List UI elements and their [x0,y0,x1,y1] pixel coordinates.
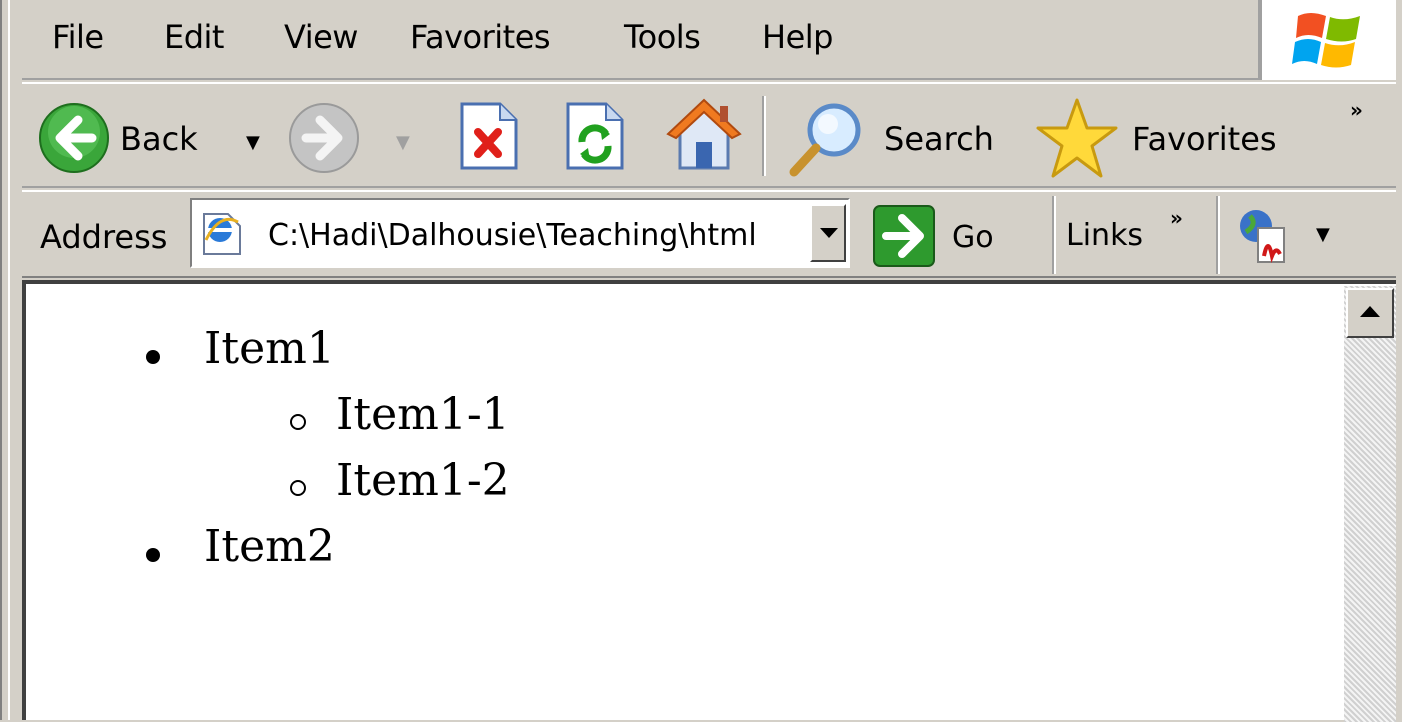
favorites-button[interactable]: Favorites [1030,92,1300,182]
standard-toolbar: Back ▼ ▼ Search Favorites » [22,82,1396,188]
refresh-button[interactable] [558,94,634,178]
menu-help[interactable]: Help [762,18,833,56]
address-divider [1052,196,1056,274]
links-overflow-chevron-icon[interactable]: » [1170,206,1183,230]
address-bar: Address C:\Hadi\Dalhousie\Teaching\html … [22,190,1396,278]
toolbar-overflow-chevron-icon[interactable]: » [1350,98,1363,122]
back-label: Back [120,120,198,158]
list-item: Item2 [146,521,335,588]
search-magnifier-icon [789,103,861,177]
page-viewport: Item1 Item1-1 Item1-2 Item2 [22,280,1396,722]
disc-bullet-icon [146,350,160,364]
pdf-convert-icon [1240,210,1285,263]
links-label: Links [1066,218,1144,253]
address-value: C:\Hadi\Dalhousie\Teaching\html [268,218,757,253]
back-dropdown-arrow-icon[interactable]: ▼ [246,132,260,153]
address-input[interactable]: C:\Hadi\Dalhousie\Teaching\html [190,198,850,268]
forward-arrow-icon [289,103,359,173]
search-label: Search [884,120,994,158]
home-icon [666,98,742,170]
address-dropdown-button[interactable] [810,204,846,262]
menu-file[interactable]: File [52,18,104,56]
links-button[interactable]: Links » [1066,198,1216,272]
toolbar-divider [762,96,766,176]
stop-page-icon [460,102,518,170]
scroll-up-arrow-icon[interactable] [1346,288,1394,338]
menu-view[interactable]: View [284,18,358,56]
go-button[interactable]: Go [870,198,1010,272]
favorites-star-icon [1036,98,1118,178]
menu-edit[interactable]: Edit [164,18,224,56]
windows-logo [1260,0,1396,80]
nested-list-item-label: Item1-2 [336,455,510,506]
refresh-page-icon [566,102,624,170]
go-arrow-icon [873,205,935,267]
menu-tools[interactable]: Tools [624,18,701,56]
ie-page-icon [203,213,241,255]
address-label: Address [40,218,168,256]
back-button[interactable]: Back ▼ [36,92,286,182]
menu-favorites[interactable]: Favorites [410,18,551,56]
search-button[interactable]: Search [780,92,1000,182]
disc-bullet-icon [146,548,160,562]
windows-flag-icon [1292,13,1360,68]
stop-button[interactable] [452,94,528,178]
bullet-list: Item1 Item1-1 Item1-2 Item2 [146,323,510,588]
window-left-border [0,0,22,720]
vertical-scrollbar[interactable] [1344,286,1396,722]
menu-bar: File Edit View Favorites Tools Help [22,0,1396,80]
forward-dropdown-arrow-icon[interactable]: ▼ [396,132,410,153]
favorites-label: Favorites [1132,120,1277,158]
list-item: Item1 [146,323,335,390]
go-label: Go [952,220,994,255]
forward-button[interactable]: ▼ [286,92,416,182]
circle-bullet-icon [290,480,306,496]
circle-bullet-icon [290,414,306,430]
nested-list-item-label: Item1-1 [336,389,510,440]
list-item-label: Item2 [204,521,335,572]
links-divider [1216,196,1220,274]
pdf-dropdown-arrow-icon[interactable]: ▼ [1316,224,1330,245]
pdf-button[interactable]: ▼ [1232,198,1342,272]
back-arrow-icon [39,103,109,173]
home-button[interactable] [662,90,746,180]
list-item-label: Item1 [204,323,335,374]
